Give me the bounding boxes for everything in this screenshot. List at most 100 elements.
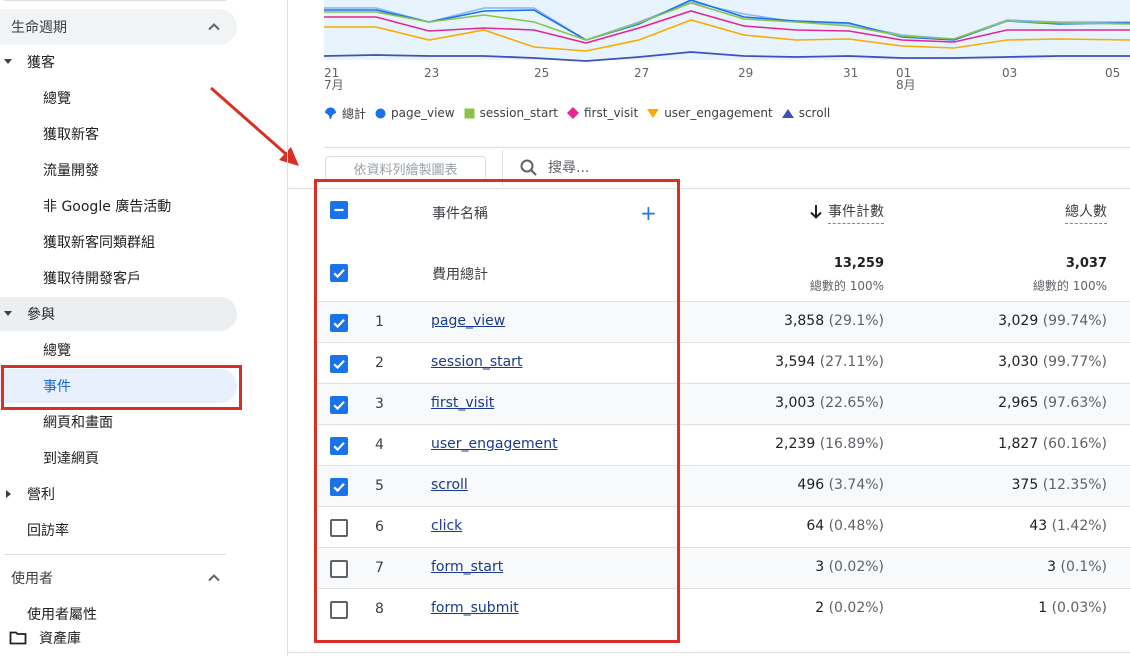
event-count-value: 3,594 [775, 354, 816, 370]
row-checkbox[interactable] [330, 560, 348, 578]
table-row[interactable]: 5 scroll 496 (3.74%) 375 (12.35%) [318, 465, 1130, 506]
row-checkbox[interactable] [330, 601, 348, 619]
group-monetization-label: 營利 [27, 487, 55, 503]
group-retention-label: 回訪率 [27, 523, 69, 539]
event-count-cell: 64 (0.48%) [806, 518, 884, 534]
total-users-percent: (99.74%) [1042, 313, 1107, 329]
total-users-percent: (1.42%) [1051, 518, 1107, 534]
sidebar-item-traffic-acquisition[interactable]: 流量開發 [0, 153, 237, 187]
sidebar-item-eng-overview[interactable]: 總覽 [0, 333, 237, 367]
sidebar-item-user-acquisition[interactable]: 獲取新客 [0, 117, 237, 151]
add-dimension-plus-icon[interactable]: + [640, 203, 657, 223]
table-row[interactable]: 6 click 64 (0.48%) 43 (1.42%) [318, 506, 1130, 547]
section-lifecycle-label: 生命週期 [11, 20, 67, 36]
select-all-checkbox[interactable] [330, 201, 348, 219]
sidebar-item-pages-screens[interactable]: 網頁和畫面 [0, 405, 237, 439]
total-users-cell: 3,030 (99.77%) [998, 354, 1107, 370]
x-tick-day: 31 [843, 66, 859, 80]
x-tick-day: 25 [534, 66, 550, 80]
sidebar-group-monetization[interactable]: 營利 [0, 477, 237, 511]
sidebar-item-acq-cohort[interactable]: 獲取新客同類群組 [0, 225, 237, 259]
sidebar-item-acq-overview[interactable]: 總覽 [0, 81, 237, 115]
legend-label: scroll [798, 106, 831, 120]
event-name-link[interactable]: click [431, 518, 462, 534]
diamond-icon [567, 107, 579, 119]
total-users-percent: (0.03%) [1051, 600, 1107, 616]
event-count-percent: (3.74%) [828, 477, 884, 493]
row-index: 8 [375, 601, 384, 617]
total-users-value: 43 [1029, 518, 1048, 534]
legend-item-session-start[interactable]: session_start [464, 106, 558, 120]
event-count-value: 3,003 [775, 395, 816, 411]
x-tick-label: 03 [1002, 67, 1017, 79]
legend-item-user-engagement[interactable]: user_engagement [647, 106, 773, 120]
row-checkbox[interactable] [330, 314, 348, 332]
row-checkbox[interactable] [330, 478, 348, 496]
search-input[interactable] [548, 157, 848, 179]
row-checkbox[interactable] [330, 519, 348, 537]
total-users-value: 3,029 [998, 313, 1039, 329]
sidebar-item-label: 獲取待開發客戶 [43, 271, 141, 287]
legend-item-page-view[interactable]: page_view [375, 106, 455, 120]
sidebar-item-non-google-campaigns[interactable]: 非 Google 廣告活動 [0, 189, 237, 223]
total-users: 3,037 [1065, 256, 1107, 271]
event-name-link[interactable]: user_engagement [431, 436, 558, 452]
total-event-count-percent: 總數的 100% [809, 279, 884, 293]
total-users-cell: 1,827 (60.16%) [998, 436, 1107, 452]
row-index: 5 [375, 478, 384, 494]
event-name-link[interactable]: form_submit [431, 600, 519, 616]
sidebar-group-engagement[interactable]: 參與 [0, 297, 237, 331]
library-link[interactable]: 資產庫 [0, 620, 250, 656]
x-tick-label: 27 [634, 67, 649, 79]
column-header-event-count[interactable]: 事件計數 [828, 201, 884, 224]
column-header-total-users[interactable]: 總人數 [1065, 201, 1107, 224]
events-line-chart: 21 7月 23 25 27 29 31 01 8月 03 05 [324, 0, 1130, 96]
event-name-link[interactable]: scroll [431, 477, 468, 493]
search-icon[interactable] [519, 158, 539, 178]
legend-item-first-visit[interactable]: first_visit [567, 106, 638, 120]
section-user[interactable]: 使用者 [0, 560, 237, 596]
legend-item-scroll[interactable]: scroll [781, 106, 831, 120]
row-checkbox[interactable] [330, 437, 348, 455]
table-row[interactable]: 8 form_submit 2 (0.02%) 1 (0.03%) [318, 588, 1130, 629]
totals-checkbox[interactable] [330, 264, 348, 282]
sort-arrow-down-icon[interactable] [808, 203, 824, 219]
x-tick-month: 8月 [896, 78, 916, 92]
sidebar-group-acquisition[interactable]: 獲客 [0, 45, 237, 79]
sidebar-item-label: 總覽 [43, 91, 71, 107]
column-header-event-name[interactable]: 事件名稱 [432, 203, 488, 223]
table-row[interactable]: 3 first_visit 3,003 (22.65%) 2,965 (97.6… [318, 383, 1130, 424]
total-users-cell: 3,029 (99.74%) [998, 313, 1107, 329]
chevron-up-icon [208, 574, 220, 582]
table-row[interactable]: 4 user_engagement 2,239 (16.89%) 1,827 (… [318, 424, 1130, 465]
plot-rows-button[interactable]: 依資料列繪製圖表 [325, 156, 486, 181]
table-row[interactable]: 1 page_view 3,858 (29.1%) 3,029 (99.74%) [318, 301, 1130, 342]
sidebar-item-events[interactable]: 事件 [0, 369, 237, 403]
event-count-percent: (27.11%) [819, 354, 884, 370]
section-lifecycle[interactable]: 生命週期 [0, 9, 237, 45]
event-count-percent: (29.1%) [828, 313, 884, 329]
event-count-cell: 2,239 (16.89%) [775, 436, 884, 452]
legend-label: user_engagement [664, 106, 773, 120]
sidebar-group-retention[interactable]: 回訪率 [0, 513, 237, 547]
sidebar-group-user-attributes[interactable]: 使用者屬性 [0, 596, 237, 620]
row-checkbox[interactable] [330, 396, 348, 414]
sidebar-item-lead-acquisition[interactable]: 獲取待開發客戶 [0, 261, 237, 295]
row-index: 6 [375, 519, 384, 535]
circle-icon [375, 108, 386, 118]
event-name-link[interactable]: page_view [431, 313, 505, 329]
library-label: 資產庫 [39, 631, 81, 647]
table-row[interactable]: 7 form_start 3 (0.02%) 3 (0.1%) [318, 547, 1130, 588]
chart-legend: 總計 page_view session_start first_visit u… [324, 104, 839, 122]
event-name-link[interactable]: first_visit [431, 395, 494, 411]
check-icon [333, 360, 345, 370]
legend-item-total[interactable]: 總計 [324, 105, 366, 122]
event-name-link[interactable]: form_start [431, 559, 503, 575]
table-row[interactable]: 2 session_start 3,594 (27.11%) 3,030 (99… [318, 342, 1130, 383]
sidebar-item-label: 非 Google 廣告活動 [43, 199, 172, 215]
event-count-value: 3 [815, 559, 825, 575]
sidebar-item-landing-page[interactable]: 到達網頁 [0, 441, 237, 475]
row-checkbox[interactable] [330, 355, 348, 373]
event-name-link[interactable]: session_start [431, 354, 522, 370]
check-icon [333, 319, 345, 329]
